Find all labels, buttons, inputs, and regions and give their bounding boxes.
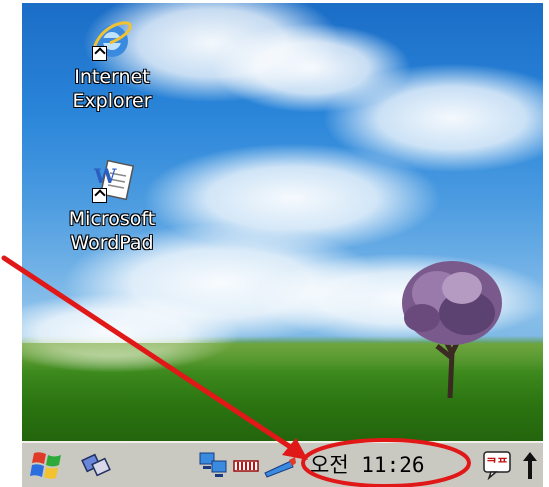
input-method-icon: ᄏᄑ bbox=[483, 451, 511, 481]
wordpad-icon: W bbox=[90, 159, 135, 203]
battery-icon[interactable] bbox=[232, 449, 262, 481]
clock[interactable]: 오전 11:26 bbox=[310, 451, 425, 479]
svg-text:ᄏᄑ: ᄏᄑ bbox=[486, 456, 508, 470]
arrow-up-icon bbox=[523, 452, 537, 479]
desktop-icon-label: Internet Explorer bbox=[72, 66, 152, 112]
task-switcher-button[interactable] bbox=[80, 451, 112, 479]
desktop-icon-wordpad[interactable]: W Microsoft WordPad bbox=[52, 159, 172, 255]
pen-icon[interactable] bbox=[263, 449, 297, 481]
svg-text:W: W bbox=[93, 164, 117, 188]
desktop-icon-label: Microsoft WordPad bbox=[68, 208, 156, 254]
scroll-up-button[interactable] bbox=[521, 449, 539, 483]
shortcut-arrow-icon bbox=[92, 46, 107, 61]
shortcut-arrow-icon bbox=[92, 188, 107, 203]
windows-flag-icon bbox=[30, 452, 61, 479]
photo-frame-left bbox=[0, 0, 22, 487]
system-tray bbox=[197, 449, 297, 481]
network-connection-icon[interactable] bbox=[197, 449, 231, 481]
tree bbox=[402, 261, 502, 398]
desktop[interactable]: Internet Explorer W Microsoft WordPad bbox=[22, 3, 543, 441]
desktop-icon-internet-explorer[interactable]: Internet Explorer bbox=[52, 17, 172, 113]
device-screen: Internet Explorer W Microsoft WordPad 오전… bbox=[0, 0, 549, 487]
internet-explorer-icon bbox=[90, 17, 134, 61]
start-button[interactable] bbox=[30, 449, 64, 481]
taskbar: 오전 11:26 ᄏᄑ bbox=[22, 441, 543, 487]
photo-frame-right bbox=[543, 0, 549, 487]
input-method-button[interactable]: ᄏᄑ bbox=[483, 450, 513, 481]
task-switcher-icon bbox=[81, 453, 111, 477]
